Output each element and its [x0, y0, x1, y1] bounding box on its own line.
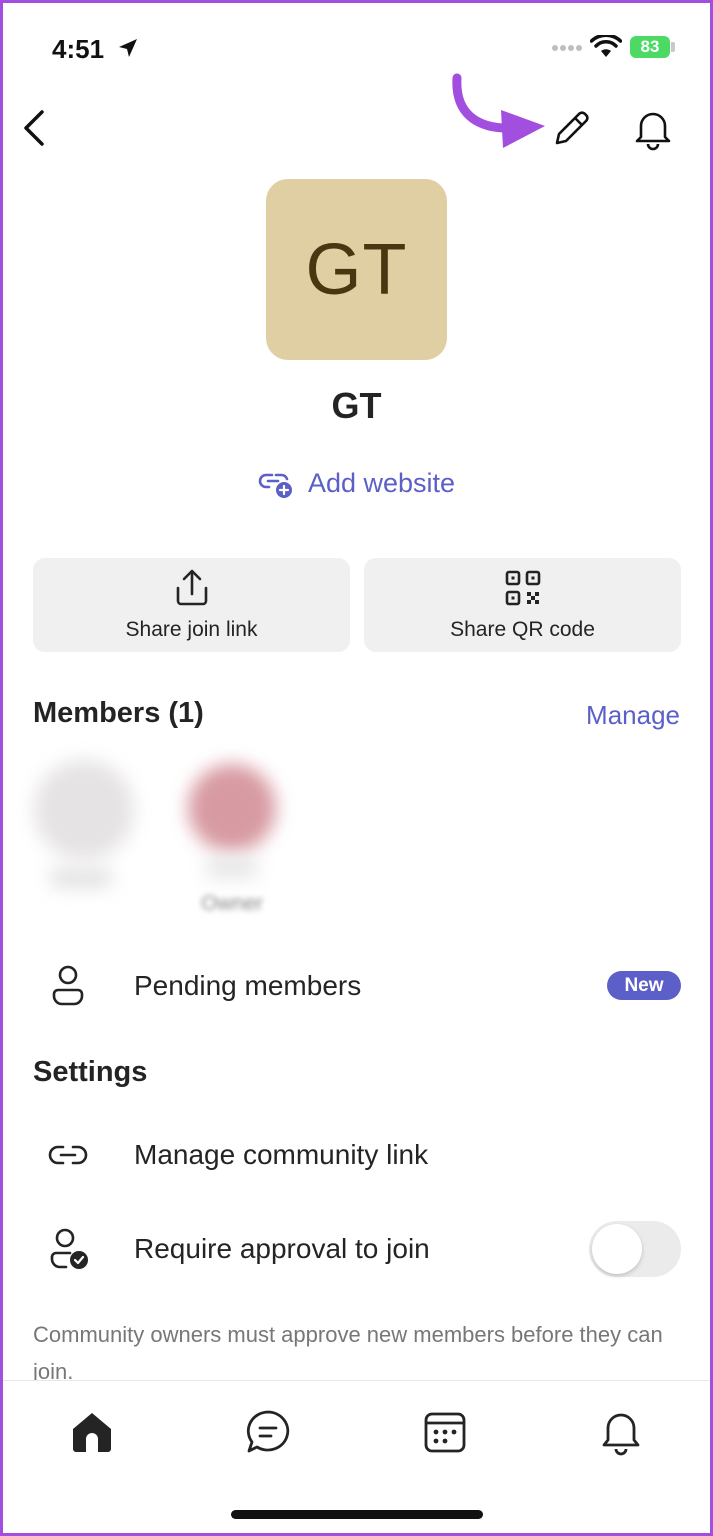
- annotation-arrow-icon: [452, 73, 545, 148]
- share-join-link-button[interactable]: Share join link: [33, 558, 350, 652]
- share-icon: [176, 569, 207, 606]
- location-arrow-icon: [119, 39, 137, 57]
- home-indicator: [231, 1510, 483, 1519]
- owner-avatar-blurred[interactable]: [188, 764, 276, 852]
- owner-role-label: Owner: [201, 892, 263, 915]
- chat-icon[interactable]: [243, 1407, 293, 1457]
- share-join-link-label: Share join link: [125, 618, 258, 641]
- share-qr-code-button[interactable]: Share QR code: [364, 558, 681, 652]
- member-name-blurred: [50, 868, 112, 888]
- approval-hint-text: Community owners must approve new member…: [33, 1322, 663, 1384]
- manage-community-link-label[interactable]: Manage community link: [134, 1139, 428, 1171]
- back-button[interactable]: [14, 106, 54, 150]
- avatar-initials: GT: [305, 229, 408, 310]
- pending-members-label[interactable]: Pending members: [134, 970, 361, 1002]
- cellular-signal-icon: [552, 45, 582, 51]
- community-avatar: GT: [266, 179, 447, 360]
- qr-code-icon: [505, 570, 540, 606]
- member-avatar-blurred[interactable]: [34, 760, 134, 860]
- edit-pencil-icon[interactable]: [548, 106, 594, 152]
- calendar-icon[interactable]: [420, 1407, 470, 1457]
- status-bar: 4:51 83: [0, 0, 713, 90]
- wifi-icon: [590, 35, 622, 57]
- owner-name-blurred: [206, 858, 258, 878]
- add-link-icon: [258, 473, 292, 498]
- activity-bell-icon[interactable]: [596, 1407, 646, 1457]
- settings-title: Settings: [33, 1056, 148, 1088]
- add-website-label: Add website: [307, 468, 456, 498]
- new-badge: New: [607, 971, 681, 1000]
- add-website-button[interactable]: Add website: [0, 468, 713, 499]
- home-icon[interactable]: [67, 1407, 117, 1457]
- battery-cap: [671, 42, 675, 52]
- manage-members-link[interactable]: Manage: [586, 700, 680, 731]
- members-title: Members (1): [33, 697, 204, 729]
- require-approval-toggle[interactable]: [589, 1221, 681, 1277]
- share-qr-code-label: Share QR code: [450, 618, 595, 641]
- toggle-knob: [592, 1224, 642, 1274]
- require-approval-label: Require approval to join: [134, 1233, 430, 1264]
- status-time: 4:51: [52, 34, 105, 64]
- person-check-icon: [50, 1228, 88, 1269]
- battery-indicator: 83: [630, 36, 670, 58]
- community-name: GT: [331, 385, 382, 426]
- notifications-bell-icon[interactable]: [630, 106, 676, 152]
- link-icon: [48, 1145, 88, 1165]
- person-icon: [52, 965, 84, 1006]
